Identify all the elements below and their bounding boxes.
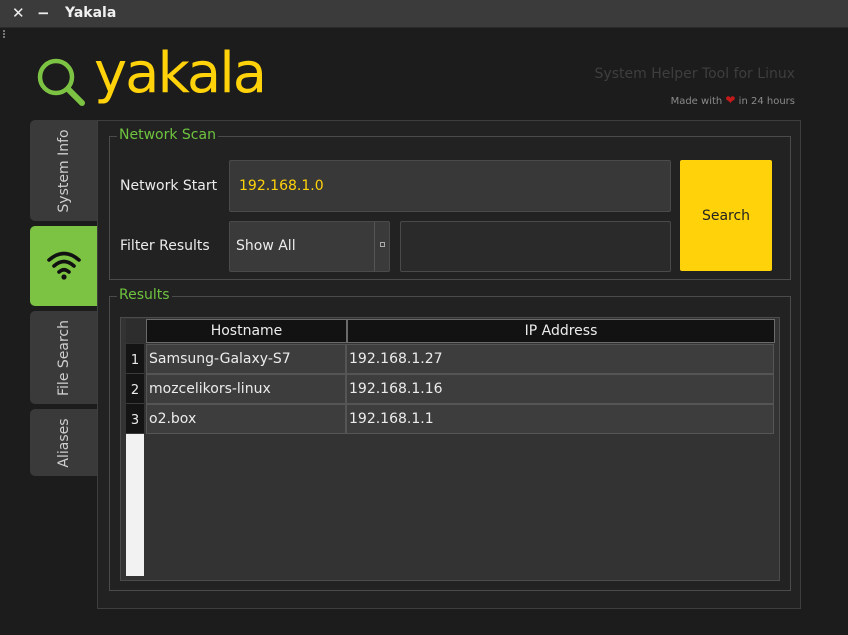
results-group: Results Hostname IP Address 1 Samsung-Ga…: [109, 287, 791, 591]
tab-label: Aliases: [56, 417, 72, 468]
group-title: Results: [117, 287, 172, 303]
made-with-note: Made with ❤ in 24 hours: [671, 93, 795, 107]
table-row[interactable]: 2 mozcelikors-linux 192.168.1.16: [126, 374, 774, 404]
logo-text: yakala: [94, 41, 267, 106]
filter-results-label: Filter Results: [120, 238, 210, 254]
made-with-prefix: Made with: [670, 96, 723, 107]
network-panel: Network Scan Network Start 192.168.1.0 F…: [97, 120, 801, 609]
dropdown-divider: [374, 222, 375, 271]
network-scan-group: Network Scan Network Start 192.168.1.0 F…: [109, 127, 791, 280]
window-title: Yakala: [65, 5, 117, 21]
filter-dropdown[interactable]: Show All: [229, 221, 390, 272]
title-bar: ✕ − Yakala: [0, 0, 848, 28]
filter-selected-value: Show All: [236, 238, 296, 254]
ip-cell[interactable]: 192.168.1.1: [346, 404, 774, 434]
grip-handle-icon[interactable]: [3, 30, 6, 38]
hostname-cell[interactable]: Samsung-Galaxy-S7: [146, 344, 346, 374]
close-icon[interactable]: ✕: [12, 4, 25, 22]
hostname-cell[interactable]: mozcelikors-linux: [146, 374, 346, 404]
hostname-cell[interactable]: o2.box: [146, 404, 346, 434]
row-number: 1: [126, 344, 144, 374]
tab-file-search[interactable]: File Search: [30, 311, 98, 404]
heart-icon: ❤: [725, 93, 736, 107]
group-title: Network Scan: [117, 127, 218, 143]
row-number: 2: [126, 374, 144, 404]
table-row[interactable]: 3 o2.box 192.168.1.1: [126, 404, 774, 434]
tab-label: File Search: [56, 319, 72, 396]
column-header-hostname[interactable]: Hostname: [146, 319, 347, 343]
tab-system-info[interactable]: System Info: [30, 120, 98, 221]
search-button[interactable]: Search: [680, 160, 772, 271]
filter-text-input[interactable]: [400, 221, 671, 272]
tab-aliases[interactable]: Aliases: [30, 409, 98, 476]
row-number: 3: [126, 404, 144, 434]
network-start-input[interactable]: 192.168.1.0: [229, 160, 671, 212]
tab-network[interactable]: [30, 226, 98, 306]
dropdown-arrow-icon[interactable]: [380, 242, 385, 247]
network-start-label: Network Start: [120, 178, 218, 194]
table-corner[interactable]: [126, 319, 146, 343]
wifi-icon: [47, 251, 81, 280]
minimize-icon[interactable]: −: [37, 4, 50, 22]
ip-cell[interactable]: 192.168.1.16: [346, 374, 774, 404]
results-table: Hostname IP Address 1 Samsung-Galaxy-S7 …: [120, 317, 780, 581]
app-tagline: System Helper Tool for Linux: [594, 66, 795, 82]
column-header-ip-address[interactable]: IP Address: [347, 319, 775, 343]
ip-cell[interactable]: 192.168.1.27: [346, 344, 774, 374]
tab-label: System Info: [56, 128, 72, 213]
magnifier-icon: [37, 58, 85, 106]
made-with-suffix: in 24 hours: [738, 96, 795, 107]
table-row[interactable]: 1 Samsung-Galaxy-S7 192.168.1.27: [126, 344, 774, 374]
